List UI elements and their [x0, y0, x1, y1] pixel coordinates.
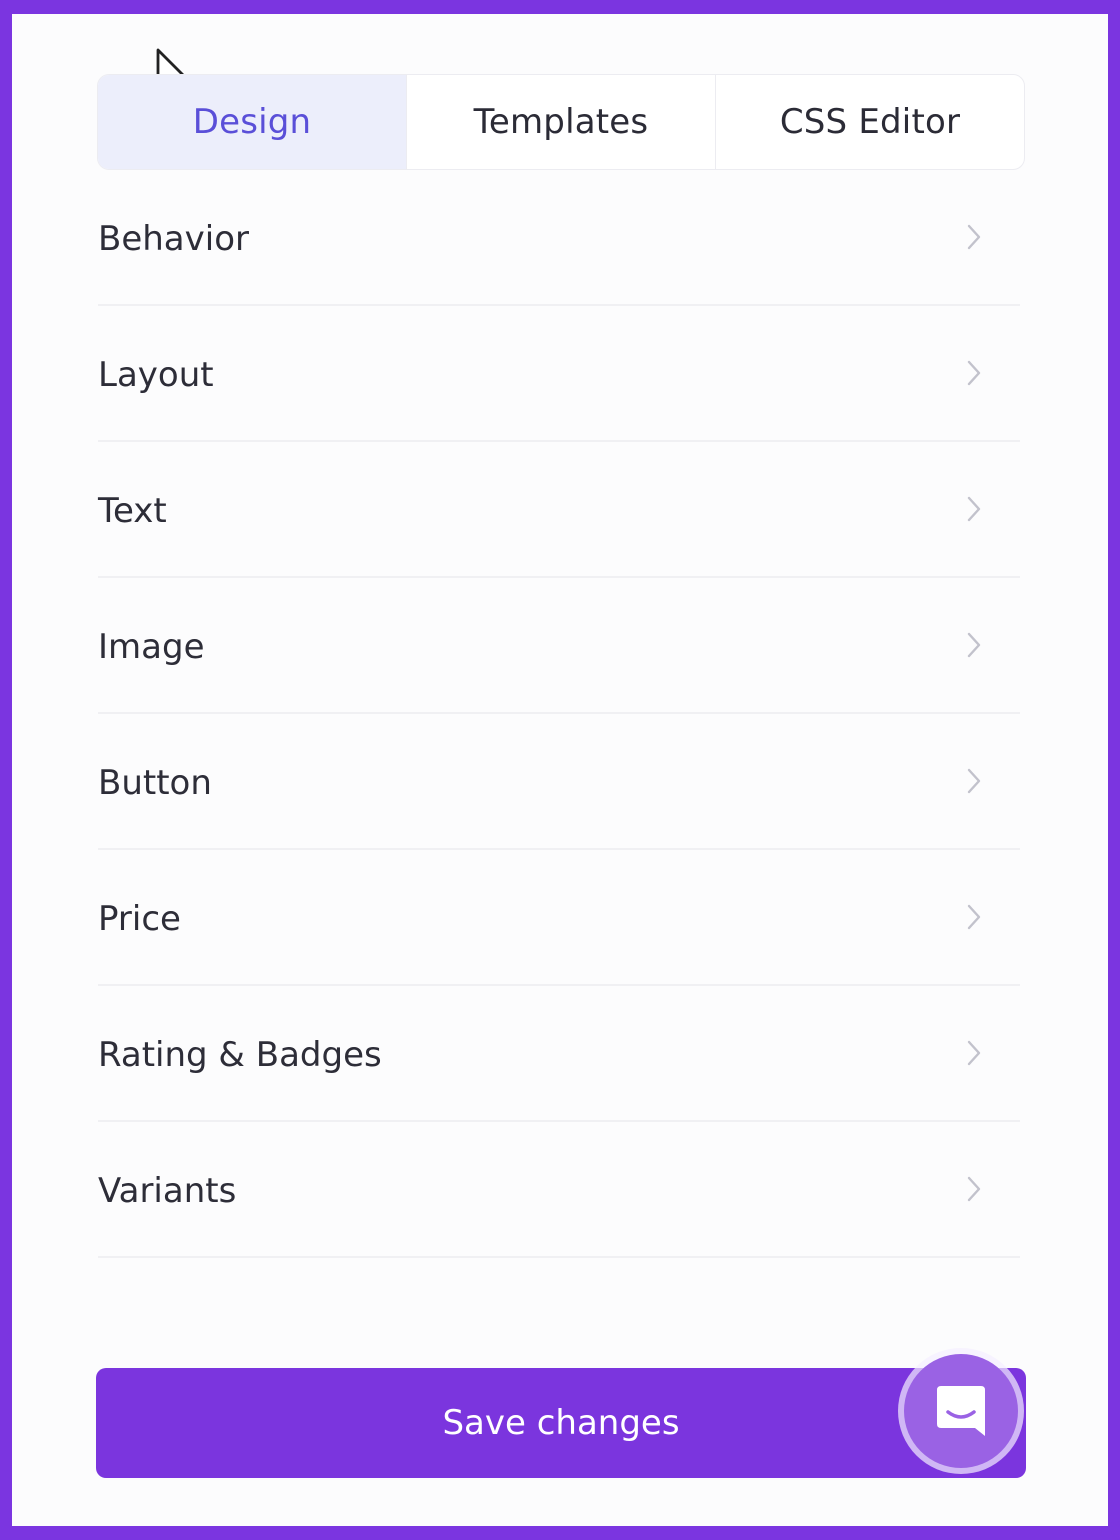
chevron-right-icon — [954, 625, 994, 665]
menu-item-image[interactable]: Image — [98, 578, 1020, 714]
settings-menu: Behavior Layout Text Image Button Price … — [98, 170, 1020, 1258]
menu-item-label: Layout — [98, 355, 214, 395]
chevron-right-icon — [954, 217, 994, 257]
chevron-right-icon — [954, 761, 994, 801]
menu-item-rating-badges[interactable]: Rating & Badges — [98, 986, 1020, 1122]
save-changes-button[interactable]: Save changes — [96, 1368, 1026, 1478]
menu-item-label: Text — [98, 491, 167, 531]
menu-item-label: Button — [98, 763, 212, 803]
tab-css-editor[interactable]: CSS Editor — [715, 75, 1024, 169]
menu-item-label: Behavior — [98, 219, 249, 259]
menu-item-label: Variants — [98, 1171, 237, 1211]
chevron-right-icon — [954, 897, 994, 937]
tab-templates[interactable]: Templates — [406, 75, 715, 169]
chevron-right-icon — [954, 353, 994, 393]
chevron-right-icon — [954, 489, 994, 529]
menu-item-text[interactable]: Text — [98, 442, 1020, 578]
chat-launcher-button[interactable] — [904, 1354, 1018, 1468]
menu-item-label: Rating & Badges — [98, 1035, 382, 1075]
menu-item-price[interactable]: Price — [98, 850, 1020, 986]
menu-item-button[interactable]: Button — [98, 714, 1020, 850]
menu-item-layout[interactable]: Layout — [98, 306, 1020, 442]
app-panel: Design Templates CSS Editor Behavior Lay… — [12, 14, 1108, 1526]
chevron-right-icon — [954, 1169, 994, 1209]
menu-item-variants[interactable]: Variants — [98, 1122, 1020, 1258]
menu-item-label: Price — [98, 899, 181, 939]
menu-item-label: Image — [98, 627, 205, 667]
chat-bubble-icon — [937, 1386, 985, 1436]
tab-design[interactable]: Design — [98, 75, 406, 169]
tab-bar: Design Templates CSS Editor — [97, 74, 1025, 170]
menu-item-behavior[interactable]: Behavior — [98, 170, 1020, 306]
chevron-right-icon — [954, 1033, 994, 1073]
